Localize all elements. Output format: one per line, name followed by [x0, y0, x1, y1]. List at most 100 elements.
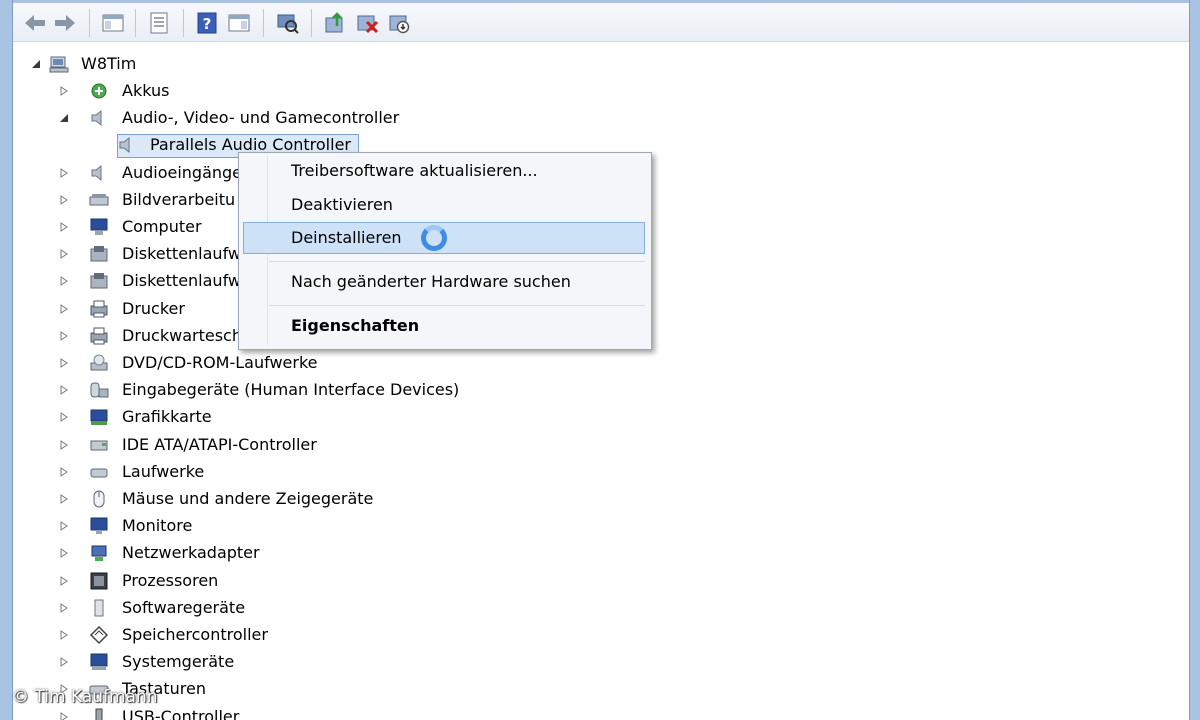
expand-triangle-icon[interactable] — [59, 358, 69, 368]
tree-category[interactable]: Eingabegeräte (Human Interface Devices) — [13, 378, 713, 402]
tree-item-label: Audio-, Video- und Gamecontroller — [122, 108, 400, 128]
expand-triangle-icon[interactable] — [59, 167, 69, 178]
busy-cursor-icon — [421, 225, 447, 251]
svg-text:?: ? — [203, 15, 212, 33]
expand-triangle-icon[interactable] — [59, 466, 69, 477]
action-pane-icon[interactable] — [225, 9, 253, 37]
tree-root-label: W8Tim — [81, 54, 137, 73]
tree-item-label: DVD/CD-ROM-Laufwerke — [122, 353, 318, 372]
expand-triangle-icon[interactable] — [59, 602, 69, 613]
menu-separator — [269, 261, 645, 262]
device-manager-window: ? W8Tim Akkus Audio-, Video- und Gamecont… — [12, 0, 1190, 720]
scan-hardware-icon[interactable] — [273, 9, 301, 37]
computer-icon — [90, 218, 108, 235]
tree-item-label: Bildverarbeitu — [122, 189, 236, 209]
help-icon[interactable]: ? — [193, 9, 221, 37]
expand-triangle-icon[interactable] — [59, 222, 69, 232]
tree-category[interactable]: Netzwerkadapter — [13, 541, 713, 565]
tree-item-label: Grafikkarte — [122, 407, 212, 427]
tree-category[interactable]: Grafikkarte — [13, 405, 713, 429]
system-device-icon — [90, 653, 108, 671]
uninstall-device-icon[interactable] — [353, 9, 381, 37]
tree-category[interactable]: Softwaregeräte — [13, 596, 713, 620]
expand-triangle-icon[interactable] — [59, 276, 69, 287]
tree-item-label: Systemgeräte — [122, 652, 235, 672]
display-adapter-icon — [90, 409, 108, 426]
tree-item-label: Computer — [122, 217, 202, 236]
tree-item-label: Eingabegeräte (Human Interface Devices) — [122, 380, 460, 400]
computer-icon — [49, 56, 69, 73]
floppy-icon — [90, 273, 108, 289]
speaker-icon — [119, 137, 130, 154]
disable-device-icon[interactable] — [385, 9, 413, 37]
tree-category[interactable]: Speichercontroller — [13, 623, 713, 647]
usb-icon — [95, 708, 103, 720]
expand-triangle-icon[interactable] — [59, 521, 69, 532]
menu-item-scan-hardware[interactable]: Nach geänderter Hardware suchen — [291, 267, 571, 297]
tree-category[interactable]: Prozessoren — [13, 569, 713, 593]
ide-controller-icon — [90, 440, 108, 451]
device-tree: W8Tim Akkus Audio-, Video- und Gamecontro… — [13, 42, 1189, 720]
mouse-icon — [93, 490, 105, 508]
tree-category[interactable]: Akkus — [13, 79, 713, 103]
properties-icon[interactable] — [145, 9, 173, 37]
tree-category[interactable]: IDE ATA/ATAPI-Controller — [13, 433, 713, 457]
tree-item-label: Druckwartesch — [122, 325, 242, 345]
network-adapter-icon — [91, 545, 107, 562]
toolbar-separator — [311, 9, 312, 37]
storage-controller-icon — [89, 625, 109, 645]
tree-item-label: Softwaregeräte — [122, 597, 246, 617]
toolbar-separator — [135, 9, 136, 37]
copyright-watermark: © Tim Kaufmann — [12, 687, 158, 707]
forward-arrow-icon[interactable] — [51, 9, 79, 37]
collapse-triangle-icon[interactable] — [59, 113, 69, 123]
tree-category[interactable]: DVD/CD-ROM-Laufwerke — [13, 351, 713, 375]
update-driver-icon[interactable] — [321, 9, 349, 37]
back-arrow-icon[interactable] — [21, 9, 49, 37]
expand-triangle-icon[interactable] — [59, 303, 69, 314]
expand-triangle-icon[interactable] — [59, 630, 69, 640]
tree-category[interactable]: Monitore — [13, 514, 713, 538]
expand-triangle-icon[interactable] — [59, 330, 69, 341]
tree-category[interactable]: Audio-, Video- und Gamecontroller — [13, 106, 713, 130]
tree-root[interactable]: W8Tim — [13, 52, 613, 76]
scanner-icon — [89, 193, 109, 206]
tree-category[interactable]: Laufwerke — [13, 460, 713, 484]
collapse-triangle-icon[interactable] — [31, 59, 41, 69]
battery-icon — [91, 83, 107, 99]
expand-triangle-icon[interactable] — [59, 711, 69, 720]
expand-triangle-icon[interactable] — [59, 194, 69, 205]
tree-item-label: Monitore — [122, 516, 193, 536]
tree-category[interactable]: Mäuse und andere Zeigegeräte — [13, 487, 713, 511]
expand-triangle-icon[interactable] — [59, 657, 69, 668]
menu-item-uninstall[interactable]: Deinstallieren — [291, 223, 402, 253]
processor-icon — [90, 572, 108, 590]
expand-triangle-icon[interactable] — [59, 412, 69, 423]
expand-triangle-icon[interactable] — [59, 575, 69, 586]
speaker-icon — [91, 164, 102, 181]
menu-item-properties[interactable]: Eigenschaften — [291, 311, 419, 341]
monitor-icon — [90, 517, 108, 535]
tree-item-label: Diskettenlaufw — [122, 244, 241, 264]
floppy-icon — [90, 246, 108, 262]
toolbar-separator — [183, 9, 184, 37]
tree-item-label: Mäuse und andere Zeigegeräte — [122, 489, 374, 508]
menu-item-disable[interactable]: Deaktivieren — [291, 190, 393, 220]
tree-category[interactable]: Systemgeräte — [13, 650, 713, 674]
expand-triangle-icon[interactable] — [59, 494, 69, 504]
expand-triangle-icon[interactable] — [59, 548, 69, 559]
expand-triangle-icon[interactable] — [59, 385, 69, 396]
tree-item-label: Drucker — [122, 298, 185, 318]
speaker-icon — [91, 110, 102, 127]
expand-triangle-icon[interactable] — [59, 439, 69, 450]
expand-triangle-icon[interactable] — [59, 249, 69, 260]
tree-item-label: IDE ATA/ATAPI-Controller — [122, 434, 317, 454]
menu-separator — [269, 305, 645, 306]
expand-triangle-icon[interactable] — [59, 86, 69, 96]
show-hide-console-tree-icon[interactable] — [99, 9, 127, 37]
tree-item-label: Speichercontroller — [122, 625, 268, 644]
dvd-drive-icon — [90, 354, 108, 371]
menu-item-update-driver[interactable]: Treibersoftware aktualisieren... — [291, 156, 538, 186]
toolbar-separator — [89, 9, 90, 37]
tree-item-label: Akkus — [122, 81, 170, 100]
